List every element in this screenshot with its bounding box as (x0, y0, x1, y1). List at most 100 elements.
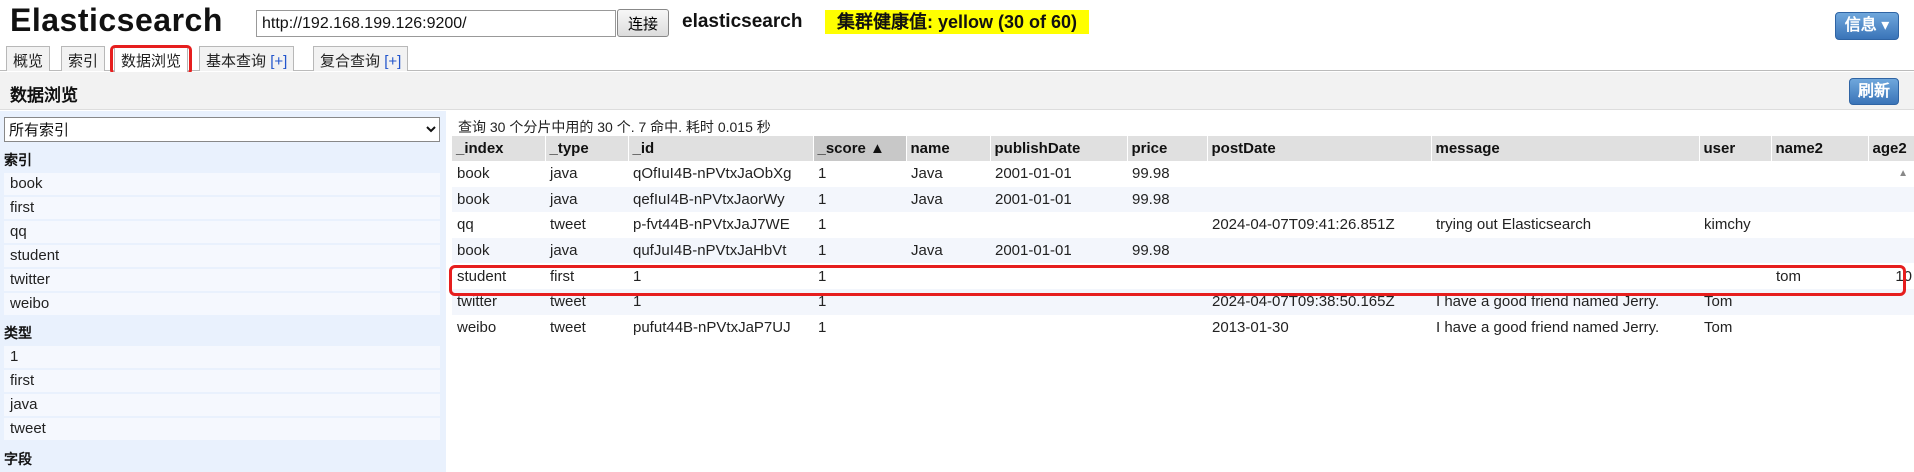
table-cell: qufJuI4B-nPVtxJaHbVt (628, 237, 813, 264)
table-cell: tweet (545, 212, 628, 238)
table-cell: Tom (1699, 314, 1771, 341)
table-cell: 2024-04-07T09:41:26.851Z (1207, 212, 1431, 238)
table-cell: 2001-01-01 (990, 186, 1127, 213)
cluster-health-badge: 集群健康值: yellow (30 of 60) (825, 10, 1090, 34)
table-cell: 2001-01-01 (990, 237, 1127, 264)
column-header[interactable]: name2 (1771, 136, 1869, 161)
table-cell (1431, 237, 1699, 264)
table-cell: book (452, 186, 545, 213)
column-header[interactable]: price (1127, 136, 1208, 161)
main-tabs: 概览 索引 数据浏览 基本查询 [+] 复合查询 [+] (0, 46, 1914, 72)
tab-indices[interactable]: 索引 (61, 46, 106, 71)
table-cell: 99.98 (1127, 237, 1207, 264)
table-cell (906, 212, 990, 238)
index-item[interactable]: student (4, 245, 440, 267)
column-header[interactable]: _type (545, 136, 629, 161)
type-section-header: 类型 (4, 325, 32, 341)
column-header[interactable]: message (1431, 136, 1700, 161)
index-item[interactable]: first (4, 197, 440, 219)
table-header-row: _index _type _id _score ▲ name publishDa… (452, 136, 1914, 161)
results-table: _index _type _id _score ▲ name publishDa… (452, 136, 1914, 341)
table-cell: book (452, 237, 545, 264)
table-cell: weibo (452, 314, 545, 341)
table-cell (1127, 314, 1207, 341)
table-cell: qq (452, 212, 545, 238)
table-cell (1207, 237, 1431, 264)
table-cell: 1 (813, 314, 906, 341)
table-cell (1868, 186, 1914, 213)
field-section-header: 字段 (4, 451, 32, 467)
column-header[interactable]: age2 (1868, 136, 1914, 161)
tab-highlight-box (110, 45, 192, 75)
table-cell (1868, 237, 1914, 264)
table-cell (990, 212, 1127, 238)
index-select[interactable]: 所有索引 (4, 117, 440, 142)
table-cell (906, 314, 990, 341)
table-cell: Java (906, 161, 990, 187)
table-cell: 1 (813, 237, 906, 264)
row-highlight-box (449, 265, 1906, 296)
results-table-wrapper[interactable]: _index _type _id _score ▲ name publishDa… (452, 136, 1914, 472)
column-header[interactable]: _index (452, 136, 546, 161)
table-cell: book (452, 161, 545, 187)
type-item[interactable]: first (4, 370, 440, 392)
table-cell: p-fvt44B-nPVtxJaJ7WE (628, 212, 813, 238)
column-header[interactable]: name (906, 136, 991, 161)
tab-overview[interactable]: 概览 (6, 46, 51, 71)
table-cell: kimchy (1699, 212, 1771, 238)
type-item[interactable]: java (4, 394, 440, 416)
table-cell (1699, 186, 1771, 213)
index-item[interactable]: qq (4, 221, 440, 243)
table-cell (1127, 212, 1207, 238)
filter-sidebar: 所有索引 索引 book first qq student twitter we… (0, 111, 446, 472)
table-cell (990, 314, 1127, 341)
tab-label: 概览 (13, 53, 44, 70)
column-header[interactable]: user (1699, 136, 1772, 161)
table-row[interactable]: book java qufJuI4B-nPVtxJaHbVt 1 Java 2001-01… (452, 237, 1914, 264)
table-cell: 99.98 (1127, 161, 1207, 187)
table-cell: 1 (813, 212, 906, 238)
column-header[interactable]: _id (628, 136, 814, 161)
tab-basic-query[interactable]: 基本查询 [+] (199, 46, 295, 71)
table-cell: 1 (813, 186, 906, 213)
table-cell (1431, 161, 1699, 187)
type-item[interactable]: tweet (4, 418, 440, 440)
table-row[interactable]: weibo tweet pufut44B-nPVtxJaP7UJ 1 2013-01-3… (452, 314, 1914, 341)
index-item[interactable]: twitter (4, 269, 440, 291)
app-header: Elasticsearch 连接 elasticsearch 集群健康值: ye… (0, 0, 1914, 44)
table-cell: qOfIuI4B-nPVtxJaObXg (628, 161, 813, 187)
index-item[interactable]: book (4, 173, 440, 195)
table-cell: 2013-01-30 (1207, 314, 1431, 341)
cluster-url-input[interactable] (256, 10, 616, 37)
table-cell: java (545, 161, 628, 187)
table-row[interactable]: qq tweet p-fvt44B-nPVtxJaJ7WE 1 2024-04-07T0… (452, 212, 1914, 238)
index-item[interactable]: weibo (4, 293, 440, 315)
table-cell: pufut44B-nPVtxJaP7UJ (628, 314, 813, 341)
tab-add-link[interactable]: [+] (384, 53, 401, 70)
table-cell: I have a good friend named Jerry. (1431, 314, 1699, 341)
table-cell (1699, 161, 1771, 187)
table-row[interactable]: book java qOfIuI4B-nPVtxJaObXg 1 Java 2001-01… (452, 161, 1914, 187)
tab-add-link[interactable]: [+] (270, 53, 287, 70)
table-row[interactable]: book java qefIuI4B-nPVtxJaorWy 1 Java 2001-01… (452, 186, 1914, 213)
column-header-sorted[interactable]: _score ▲ (813, 136, 907, 161)
table-cell: qefIuI4B-nPVtxJaorWy (628, 186, 813, 213)
tab-compound-query[interactable]: 复合查询 [+] (313, 46, 409, 71)
type-item[interactable]: 1 (4, 346, 440, 368)
table-cell: Java (906, 186, 990, 213)
tab-label: 复合查询 (320, 53, 381, 70)
connect-button[interactable]: 连接 (617, 9, 669, 37)
table-cell (1431, 186, 1699, 213)
scroll-up-arrow-icon[interactable]: ▲ (1898, 168, 1908, 179)
info-dropdown-button[interactable]: 信息 ▾ (1835, 12, 1899, 40)
table-cell (1771, 212, 1868, 238)
table-cell: java (545, 186, 628, 213)
column-header[interactable]: postDate (1207, 136, 1432, 161)
table-cell (1868, 314, 1914, 341)
table-cell: java (545, 237, 628, 264)
table-cell (1771, 237, 1868, 264)
query-summary: 查询 30 个分片中用的 30 个. 7 命中. 耗时 0.015 秒 (458, 119, 771, 135)
refresh-button[interactable]: 刷新 (1849, 78, 1899, 105)
table-cell (1771, 314, 1868, 341)
column-header[interactable]: publishDate (990, 136, 1128, 161)
